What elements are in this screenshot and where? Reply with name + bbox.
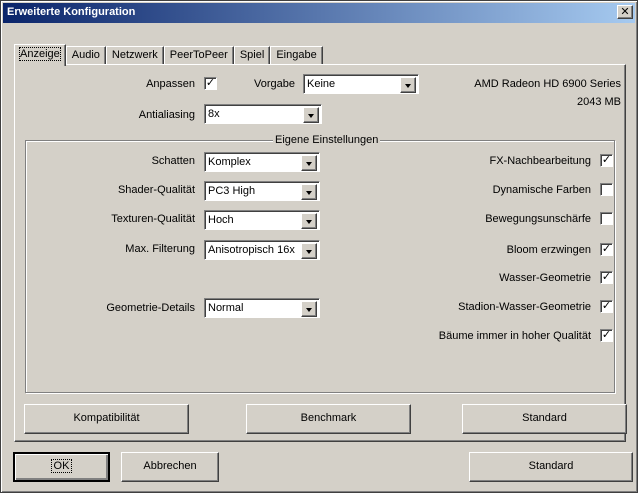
dynamic-colors-label: Dynamische Farben <box>492 184 591 196</box>
chevron-down-icon[interactable] <box>301 213 317 229</box>
ok-label: OK <box>50 459 73 473</box>
group-title: Eigene Einstellungen <box>273 134 381 146</box>
tab-strip: Anzeige Audio Netzwerk PeerToPeer Spiel … <box>14 44 323 66</box>
compatibility-button[interactable]: Kompatibilität <box>24 404 189 434</box>
texture-quality-select[interactable]: Hoch <box>204 210 320 230</box>
chevron-down-icon[interactable] <box>303 107 319 123</box>
tab-label: PeerToPeer <box>169 49 228 61</box>
shader-quality-label: Shader-Qualität <box>117 184 195 196</box>
antialiasing-label: Antialiasing <box>138 109 195 121</box>
footer-standard-button[interactable]: Standard <box>469 452 633 482</box>
geometry-detail-label: Geometrie-Details <box>106 302 195 314</box>
checkmark-icon: ✓ <box>601 154 612 166</box>
stadium-water-label: Stadion-Wasser-Geometrie <box>458 301 591 313</box>
vorgabe-label: Vorgabe <box>254 78 295 90</box>
fx-post-label: FX-Nachbearbeitung <box>489 155 591 167</box>
checkmark-icon: ✓ <box>205 77 216 89</box>
shader-quality-value: PC3 High <box>208 185 256 197</box>
stadium-water-checkbox[interactable]: ✓ <box>600 300 613 313</box>
bloom-checkbox[interactable]: ✓ <box>600 243 613 256</box>
geometry-detail-value: Normal <box>208 302 244 314</box>
config-window: Erweiterte Konfiguration ✕ Anzeige Audio… <box>0 0 638 493</box>
max-filter-label: Max. Filterung <box>125 243 195 255</box>
checkmark-icon: ✓ <box>601 243 612 255</box>
texture-quality-value: Hoch <box>208 214 234 226</box>
benchmark-button[interactable]: Benchmark <box>246 404 411 434</box>
chevron-down-icon[interactable] <box>301 301 317 317</box>
chevron-down-icon[interactable] <box>301 243 317 259</box>
title-bar: Erweiterte Konfiguration ✕ <box>3 3 635 23</box>
fx-post-checkbox[interactable]: ✓ <box>600 154 613 167</box>
motion-blur-label: Bewegungsunschärfe <box>485 213 591 225</box>
tab-anzeige[interactable]: Anzeige <box>14 44 66 66</box>
chevron-down-icon[interactable] <box>301 155 317 171</box>
trees-quality-label: Bäume immer in hoher Qualität <box>438 330 591 342</box>
schatten-select[interactable]: Komplex <box>204 152 320 172</box>
window-title: Erweiterte Konfiguration <box>7 6 136 18</box>
close-button[interactable]: ✕ <box>617 5 633 19</box>
tab-spiel[interactable]: Spiel <box>233 46 271 65</box>
anpassen-label: Anpassen <box>146 78 195 90</box>
checkmark-icon: ✓ <box>601 300 612 312</box>
tab-eingabe[interactable]: Eingabe <box>270 46 323 65</box>
chevron-down-icon[interactable] <box>400 77 416 93</box>
custom-settings-group <box>25 140 615 393</box>
max-filter-select[interactable]: Anisotropisch 16x <box>204 240 320 260</box>
max-filter-value: Anisotropisch 16x <box>208 244 295 256</box>
ok-button[interactable]: OK <box>13 452 110 482</box>
cancel-button[interactable]: Abbrechen <box>121 452 219 482</box>
tab-label: Spiel <box>239 49 265 61</box>
chevron-down-icon[interactable] <box>301 184 317 200</box>
tab-audio[interactable]: Audio <box>65 46 106 65</box>
close-icon: ✕ <box>620 6 630 18</box>
tab-label: Eingabe <box>276 49 317 61</box>
vorgabe-select[interactable]: Keine <box>303 74 419 94</box>
motion-blur-checkbox[interactable] <box>600 212 613 225</box>
water-geometry-label: Wasser-Geometrie <box>499 272 591 284</box>
geometry-detail-select[interactable]: Normal <box>204 298 320 318</box>
tab-label: Audio <box>71 49 100 61</box>
water-geometry-checkbox[interactable]: ✓ <box>600 271 613 284</box>
antialiasing-value: 8x <box>208 108 220 120</box>
anpassen-checkbox[interactable]: ✓ <box>204 77 217 90</box>
shader-quality-select[interactable]: PC3 High <box>204 181 320 201</box>
tab-netzwerk[interactable]: Netzwerk <box>105 46 164 65</box>
antialiasing-select[interactable]: 8x <box>204 104 322 124</box>
trees-quality-checkbox[interactable]: ✓ <box>600 329 613 342</box>
dynamic-colors-checkbox[interactable] <box>600 183 613 196</box>
texture-quality-label: Texturen-Qualität <box>111 213 195 225</box>
bloom-label: Bloom erzwingen <box>506 244 591 256</box>
checkmark-icon: ✓ <box>601 271 612 283</box>
tab-label: Netzwerk <box>111 49 158 61</box>
schatten-value: Komplex <box>208 156 251 168</box>
checkmark-icon: ✓ <box>601 329 612 341</box>
tab-peertopeer[interactable]: PeerToPeer <box>163 46 234 65</box>
schatten-label: Schatten <box>151 155 195 167</box>
gpu-name: AMD Radeon HD 6900 Series <box>474 78 621 90</box>
gpu-memory: 2043 MB <box>576 96 621 108</box>
panel-standard-button[interactable]: Standard <box>462 404 627 434</box>
tab-label: Anzeige <box>19 47 61 61</box>
vorgabe-value: Keine <box>307 78 336 90</box>
